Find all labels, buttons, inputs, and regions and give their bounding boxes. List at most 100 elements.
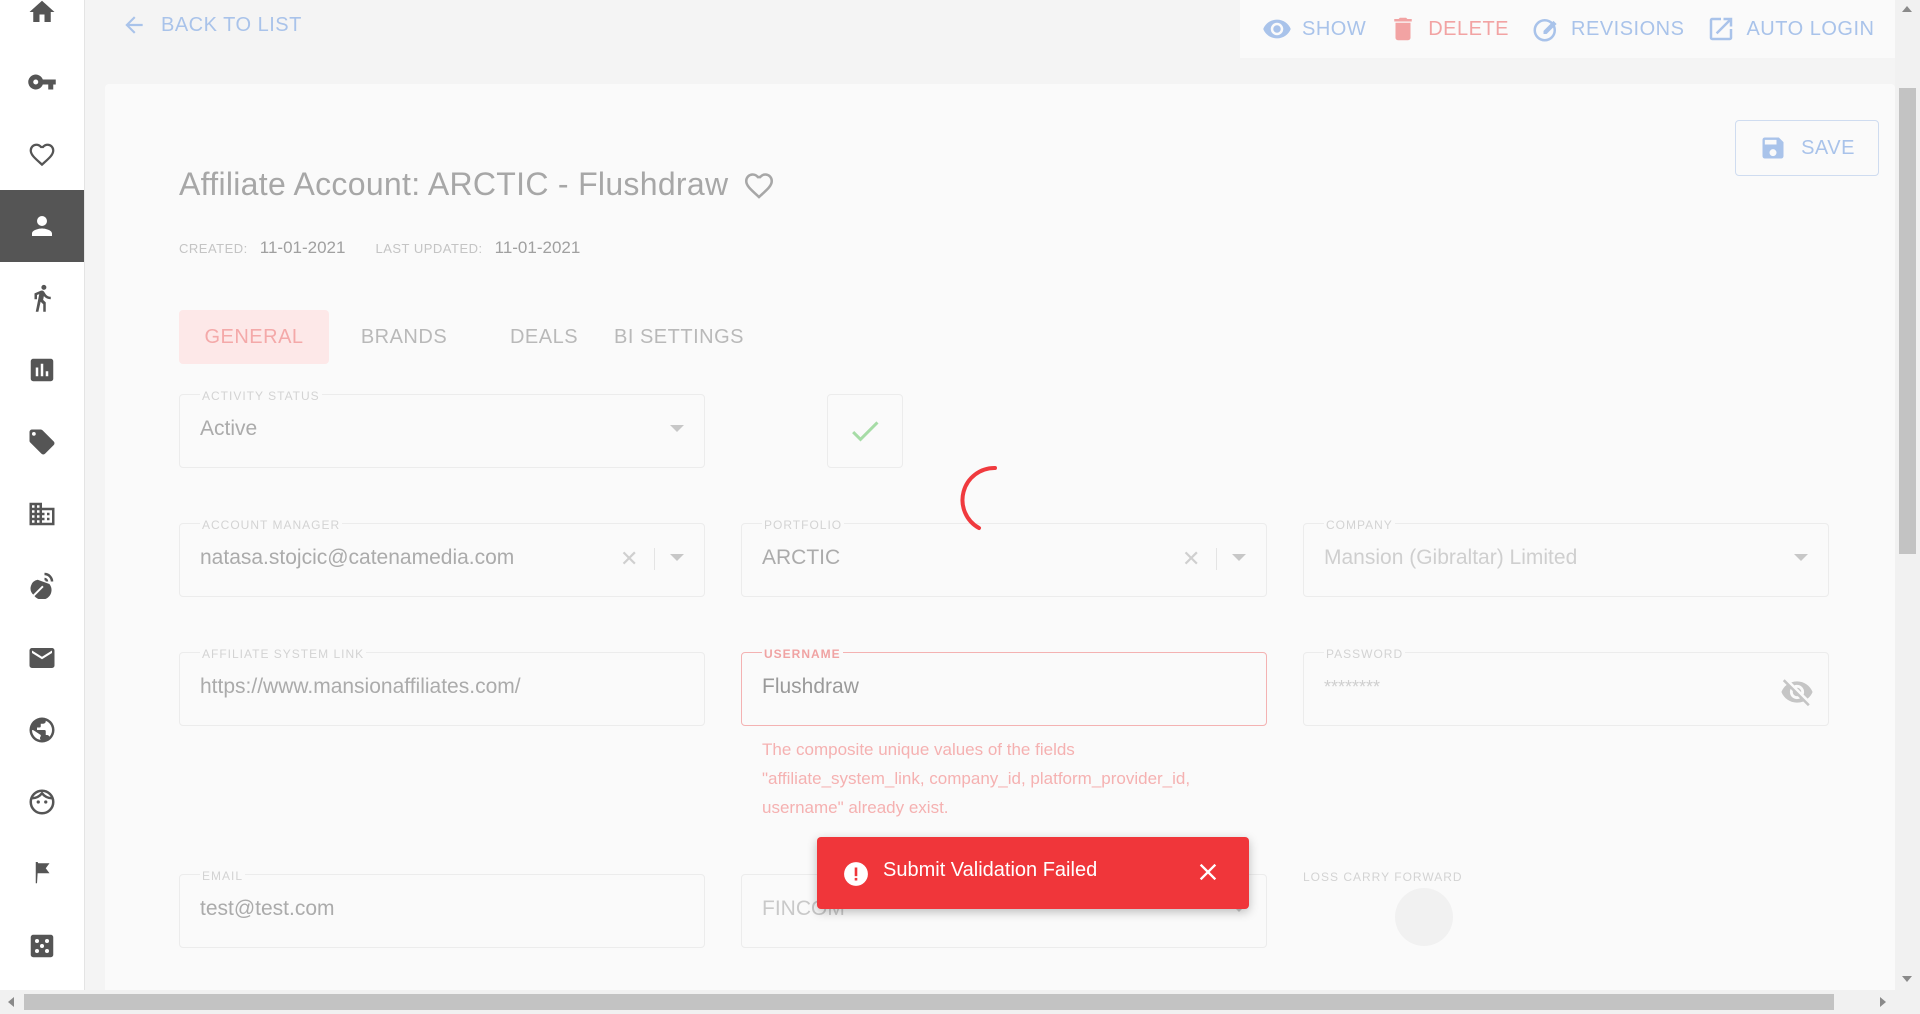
alert-circle-icon [844,862,868,886]
page-title-text: Affiliate Account: ARCTIC - Flushdraw [179,166,729,202]
globe-icon [29,717,55,743]
record-meta: CREATED: 11-01-2021 LAST UPDATED: 11-01-… [179,238,610,258]
tab-deals[interactable]: DEALS [479,310,609,364]
sidebar-item-geo[interactable] [0,694,84,766]
chevron-down-icon[interactable] [1232,554,1246,561]
sidebar-item-activity[interactable] [0,262,84,334]
top-bar: BACK TO LIST SHOW DELETE REVISIONS AUTO … [85,0,1895,58]
vertical-scrollbar[interactable] [1895,0,1920,990]
arrow-left-icon [125,16,143,34]
main-content: BACK TO LIST SHOW DELETE REVISIONS AUTO … [85,0,1895,990]
company-label: COMPANY [1324,518,1395,532]
username-field[interactable]: USERNAME Flushdraw [741,647,1267,726]
page-title: Affiliate Account: ARCTIC - Flushdraw [179,166,776,203]
sidebar-item-favorites[interactable] [0,118,84,190]
password-field[interactable]: PASSWORD ******** [1303,647,1829,726]
select-separator [1216,548,1217,570]
check-icon [852,421,879,442]
activity-status-label: ACTIVITY STATUS [200,389,322,403]
building-icon [29,502,55,526]
save-button[interactable]: SAVE [1735,120,1879,176]
email-field[interactable]: EMAIL test@test.com [179,869,705,948]
tab-bar: GENERAL BRANDS DEALS BI SETTINGS [179,310,749,364]
chevron-down-icon [1794,554,1808,561]
clear-icon[interactable]: ✕ [620,546,638,572]
show-label: SHOW [1302,17,1367,40]
account-manager-label: ACCOUNT MANAGER [200,518,343,532]
person-icon [32,216,52,236]
sidebar-item-platforms[interactable] [0,548,84,620]
trash-icon [1394,17,1412,41]
vertical-scroll-thumb[interactable] [1899,88,1916,554]
updated-label: LAST UPDATED: [375,241,483,256]
revisions-label: REVISIONS [1571,17,1685,40]
email-value: test@test.com [200,897,335,920]
tab-brands[interactable]: BRANDS [329,310,479,364]
sidebar-item-keys[interactable] [0,46,84,118]
scroll-up-arrow-icon[interactable] [1902,6,1912,12]
tag-icon [29,429,55,455]
save-label: SAVE [1801,136,1855,159]
action-bar: SHOW DELETE REVISIONS AUTO LOGIN [1240,0,1895,58]
loss-carry-forward-toggle[interactable] [1395,888,1453,946]
activity-status-value: Active [200,417,258,440]
home-icon [29,0,55,22]
tab-general[interactable]: GENERAL [179,310,329,364]
password-value: ******** [1324,677,1381,697]
auto-login-button[interactable]: AUTO LOGIN [1706,14,1874,44]
delete-button[interactable]: DELETE [1388,14,1509,44]
key-icon [28,74,56,90]
flag-icon [35,862,50,884]
sidebar-item-messages[interactable] [0,622,84,694]
sidebar-item-tags[interactable] [0,406,84,478]
heart-icon[interactable] [742,168,776,202]
sidebar-item-accounts[interactable] [0,190,84,262]
password-label: PASSWORD [1324,647,1406,661]
status-confirm-button[interactable] [827,394,903,468]
error-toast: Submit Validation Failed [817,837,1249,909]
scroll-down-arrow-icon[interactable] [1902,976,1912,982]
revisions-button[interactable]: REVISIONS [1531,14,1684,44]
sidebar-item-reports[interactable] [0,334,84,406]
sidebar-item-home[interactable] [0,0,84,48]
toast-message: Submit Validation Failed [883,859,1098,881]
company-value: Mansion (Gibraltar) Limited [1324,546,1578,569]
auto-login-label: AUTO LOGIN [1746,17,1875,40]
bar-chart-icon [30,358,54,382]
activity-status-select[interactable]: ACTIVITY STATUS Active [179,389,705,468]
affiliate-system-link-label: AFFILIATE SYSTEM LINK [200,647,367,661]
sidebar-item-companies[interactable] [0,478,84,550]
account-manager-value: natasa.stojcic@catenamedia.com [200,546,515,569]
select-separator [654,548,655,570]
close-icon[interactable] [1197,861,1219,883]
email-label: EMAIL [200,869,246,883]
revision-icon [1533,19,1557,42]
eye-off-icon[interactable] [1780,675,1814,709]
created-value: 11-01-2021 [259,238,346,257]
sidebar [0,0,85,990]
company-select[interactable]: COMPANY Mansion (Gibraltar) Limited [1303,518,1829,597]
back-to-list-link[interactable]: BACK TO LIST [121,10,302,40]
heart-icon [29,143,55,167]
affiliate-system-link-value: https://www.mansionaffiliates.com/ [200,675,521,698]
horizontal-scroll-thumb[interactable] [24,994,1834,1010]
eye-icon [1263,19,1291,39]
sidebar-item-games[interactable] [0,910,84,982]
scroll-left-arrow-icon[interactable] [8,997,14,1007]
scroll-right-arrow-icon[interactable] [1880,997,1886,1007]
username-error-message: The composite unique values of the field… [762,740,1191,817]
account-manager-select[interactable]: ACCOUNT MANAGER natasa.stojcic@catenamed… [179,518,705,597]
clear-icon[interactable]: ✕ [1182,546,1200,572]
sidebar-item-campaigns[interactable] [0,836,84,908]
tab-bi-settings[interactable]: BI SETTINGS [609,310,749,364]
created-label: CREATED: [179,241,248,256]
mail-icon [29,648,55,668]
affiliate-system-link-field[interactable]: AFFILIATE SYSTEM LINK https://www.mansio… [179,647,705,726]
chevron-down-icon[interactable] [670,554,684,561]
floppy-disk-icon [1762,137,1784,159]
show-button[interactable]: SHOW [1262,14,1366,44]
horizontal-scrollbar[interactable] [0,990,1920,1014]
sidebar-item-users[interactable] [0,766,84,838]
loss-carry-forward-label: LOSS CARRY FORWARD [1303,870,1463,884]
satellite-icon [30,572,54,599]
